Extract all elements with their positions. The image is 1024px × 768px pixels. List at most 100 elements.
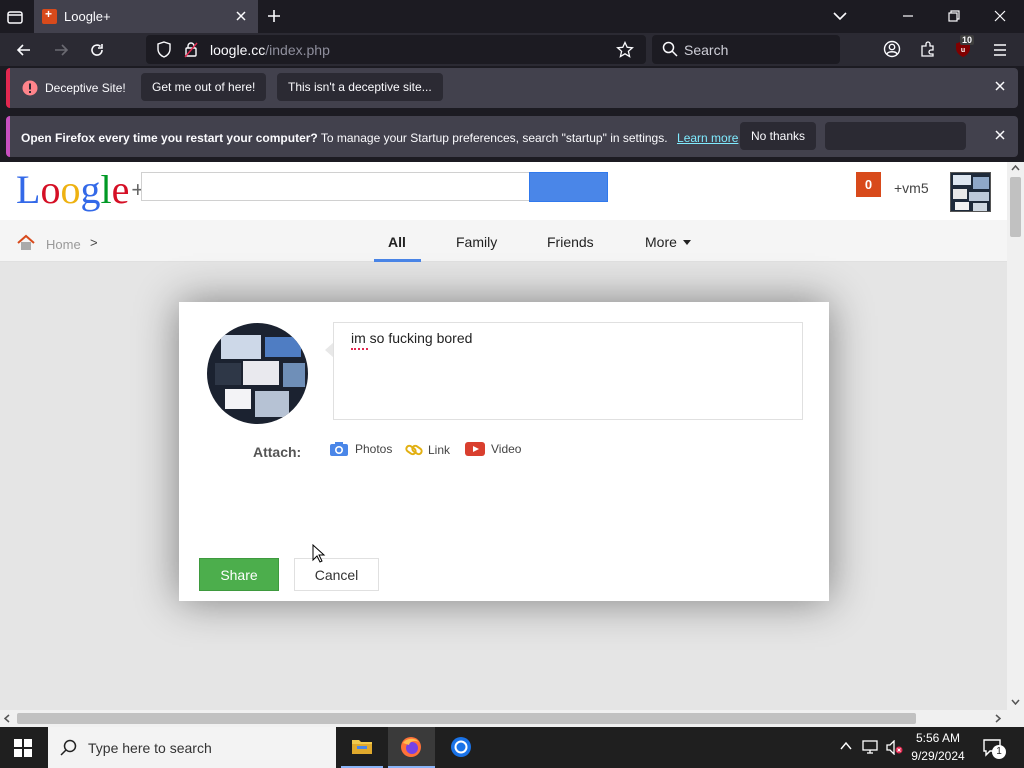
notification-count-badge[interactable]: 0 [856,172,881,197]
site-search-input[interactable] [141,172,530,201]
svg-text:u: u [961,47,965,54]
logo-letter-e: e [111,167,130,212]
share-modal: im so fucking bored Attach: Photos Link … [179,302,829,601]
favicon-icon: + [42,7,57,24]
active-tab[interactable]: + Loogle+ [34,0,258,33]
windows-start-icon[interactable] [14,739,32,757]
vertical-scrollbar[interactable] [1007,162,1024,710]
scroll-corner [1007,710,1024,727]
post-author-avatar [207,323,308,424]
restore-button[interactable] [947,9,961,23]
show-hidden-icons-chevron[interactable] [840,741,852,751]
insecure-lock-icon[interactable] [184,41,198,58]
url-bar[interactable]: loogle.cc /index.php [146,35,646,64]
horizontal-scroll-thumb[interactable] [17,713,916,724]
volume-muted-icon[interactable] [886,740,904,755]
close-deceptive-bar-icon[interactable] [994,80,1006,92]
search-placeholder: Search [684,42,729,58]
attach-link-label: Link [428,443,451,457]
vertical-scroll-thumb[interactable] [1010,177,1021,237]
scroll-down-icon[interactable] [1011,699,1020,705]
no-thanks-button[interactable]: No thanks [740,122,817,150]
close-startup-bar-icon[interactable] [994,129,1006,141]
close-tab-icon[interactable] [234,9,248,23]
network-icon[interactable] [862,740,880,755]
close-window-button[interactable] [993,9,1007,23]
get-me-out-button[interactable]: Get me out of here! [141,73,267,101]
search-bar[interactable]: Search [652,35,840,64]
extensions-icon[interactable] [919,40,937,58]
new-tab-button[interactable] [266,8,282,24]
deceptive-site-bar: Deceptive Site! Get me out of here! This… [6,68,1018,108]
tab-friends[interactable]: Friends [547,234,594,250]
action-center-icon[interactable]: 1 [982,738,1006,759]
reload-button[interactable] [88,41,106,59]
ublock-icon[interactable]: u 10 [954,35,975,58]
camera-icon [329,441,349,457]
link-icon [405,441,423,459]
cancel-button[interactable]: Cancel [294,558,379,591]
page-content: Lo o g l e + 0 +vm5 Home > All Family Friends… [0,162,1007,710]
breadcrumb-home[interactable]: Home [46,237,81,252]
logo-letter-l2: l [100,167,112,212]
loogle-logo[interactable]: Lo o g l e + [16,168,144,212]
taskbar-search-icon [60,739,77,756]
attach-video-label: Video [491,442,522,456]
url-path: /index.php [265,42,330,58]
breadcrumb-separator: > [90,235,98,250]
taskbar-search-placeholder: Type here to search [88,740,212,756]
tracking-protection-icon[interactable] [156,41,172,58]
home-icon[interactable] [16,234,36,252]
startup-text: To manage your Startup preferences, sear… [317,131,668,145]
post-text: im so fucking bored [351,330,473,346]
tab-more-label: More [645,234,677,250]
attach-link[interactable]: Link [405,441,450,459]
firefox-taskbar-icon[interactable] [388,727,435,768]
user-avatar[interactable] [950,172,991,212]
site-header: Lo o g l e + 0 +vm5 [0,162,1007,220]
mouse-cursor-icon [312,544,326,564]
share-button[interactable]: Share [199,558,279,591]
deceptive-label: Deceptive Site! [45,81,126,95]
url-text[interactable]: loogle.cc /index.php [210,42,330,58]
tab-all[interactable]: All [388,234,406,250]
logo-letter-o2: o [60,167,81,212]
file-explorer-taskbar-icon[interactable] [341,727,383,768]
learn-more-link[interactable]: Learn more [677,131,738,145]
scroll-right-icon[interactable] [995,714,1001,723]
not-deceptive-button[interactable]: This isn't a deceptive site... [277,73,443,101]
taskbar-time[interactable]: 5:56 AM [912,731,964,745]
bookmark-star-icon[interactable] [616,41,634,59]
tab-more[interactable]: More [645,234,691,250]
attach-photos-label: Photos [355,442,393,456]
startup-action-button[interactable] [825,122,966,150]
tab-list-icon[interactable] [6,8,24,26]
user-handle[interactable]: +vm5 [894,180,929,196]
site-search-button[interactable] [529,172,608,202]
list-all-tabs-icon[interactable] [832,9,848,23]
tab-family[interactable]: Family [456,234,497,250]
startup-message: Open Firefox every time you restart your… [21,129,738,147]
browser-app-taskbar-icon[interactable] [440,727,482,768]
attach-video[interactable]: Video [465,442,521,456]
warning-icon [22,80,38,96]
scroll-up-icon[interactable] [1011,165,1020,171]
attach-photos[interactable]: Photos [329,441,392,457]
nav-bar: loogle.cc /index.php Search u 10 [0,33,1024,66]
scroll-left-icon[interactable] [4,714,10,723]
menu-icon[interactable] [991,41,1009,59]
active-tab-underline [374,259,421,262]
post-text-field[interactable]: im so fucking bored [333,322,803,420]
horizontal-scrollbar[interactable] [0,710,1007,727]
startup-bold: Open Firefox every time you restart your… [21,131,318,145]
account-icon[interactable] [883,40,901,58]
logo-letter-g: g [80,167,101,212]
windows-taskbar: Type here to search 5:56 AM 9/29/2024 1 [0,727,1024,768]
taskbar-search-box[interactable]: Type here to search [48,727,336,768]
taskbar-date[interactable]: 9/29/2024 [908,749,968,763]
back-button[interactable] [15,41,33,59]
video-icon [465,442,485,456]
minimize-button[interactable] [901,9,915,23]
startup-bar: Open Firefox every time you restart your… [6,116,1018,157]
forward-button[interactable] [52,41,70,59]
